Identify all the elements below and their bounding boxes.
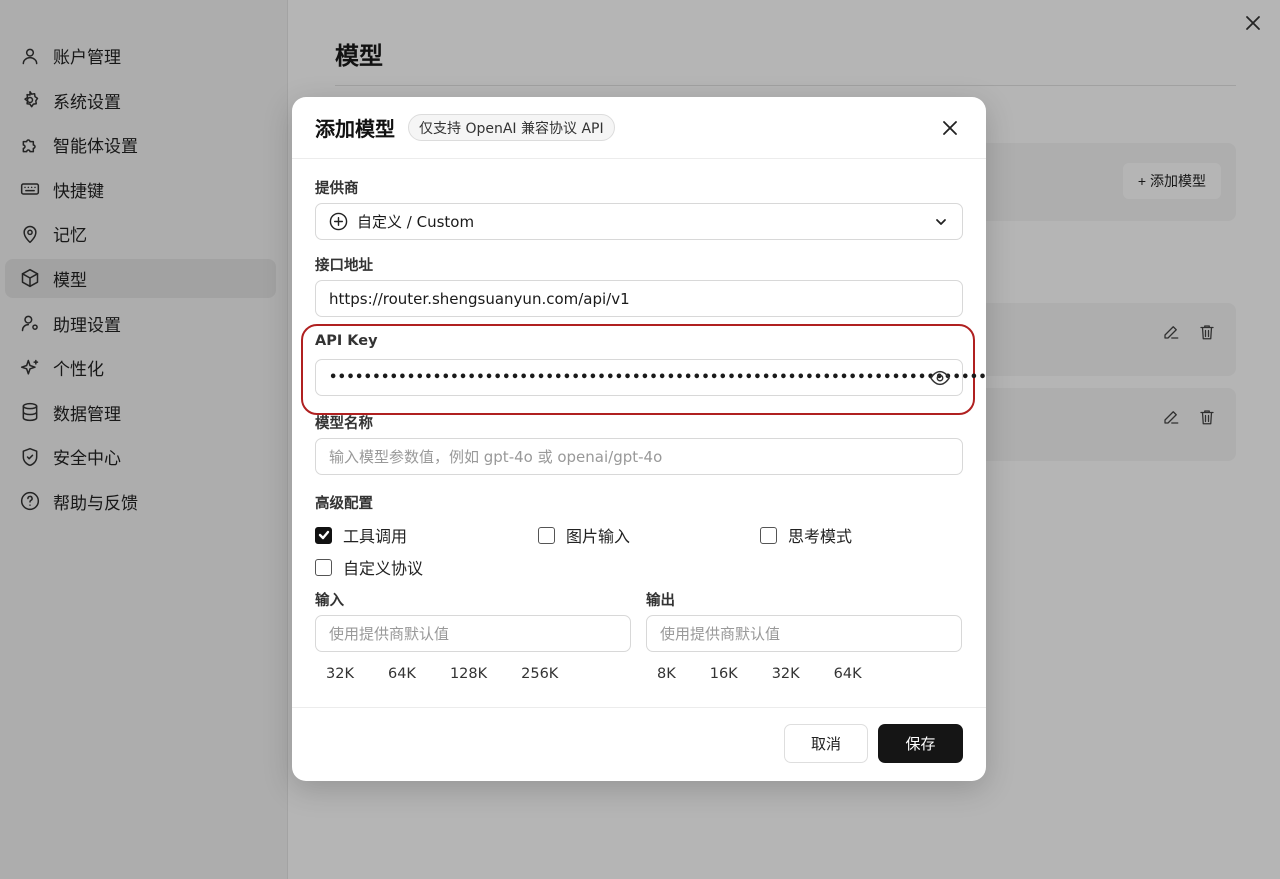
close-icon — [943, 121, 957, 135]
input-tokens-label: 输入 — [315, 593, 344, 609]
checkbox-label: 工具调用 — [343, 527, 408, 546]
dialog-header: 添加模型 仅支持 OpenAI 兼容协议 API — [292, 97, 986, 159]
checkbox-label: 思考模式 — [788, 527, 853, 546]
compat-badge: 仅支持 OpenAI 兼容协议 API — [408, 114, 615, 141]
checkbox-unchecked[interactable] — [315, 558, 332, 576]
endpoint-input[interactable]: https://router.shengsuanyun.com/api/v1 — [315, 280, 963, 317]
save-button[interactable]: 保存 — [878, 724, 963, 763]
model-name-label: 模型名称 — [315, 416, 373, 432]
checkbox-label: 图片输入 — [566, 527, 631, 546]
dialog-title: 添加模型 — [315, 117, 395, 141]
check-icon — [318, 530, 329, 540]
endpoint-label: 接口地址 — [315, 258, 373, 274]
preset-chip[interactable]: 128K — [439, 660, 498, 688]
model-name-placeholder: 输入模型参数值，例如 gpt-4o 或 openai/gpt-4o — [329, 448, 663, 466]
preset-chip[interactable]: 32K — [761, 660, 811, 688]
preset-chip[interactable]: 8K — [646, 660, 687, 688]
image-input-checkbox[interactable]: 图片输入 — [538, 523, 630, 547]
add-model-dialog: 添加模型 仅支持 OpenAI 兼容协议 API 提供商 自定义 / Custo… — [292, 97, 987, 781]
checkbox-unchecked[interactable] — [538, 526, 555, 544]
provider-label: 提供商 — [315, 181, 359, 197]
thinking-mode-checkbox[interactable]: 思考模式 — [760, 523, 852, 547]
api-key-value: ••••••••••••••••••••••••••••••••••••••••… — [329, 370, 988, 385]
plus-circle-icon — [329, 212, 348, 231]
checkbox-label: 自定义协议 — [343, 559, 424, 578]
preset-chip[interactable]: 64K — [823, 660, 873, 688]
api-key-label: API Key — [315, 333, 378, 349]
output-tokens-label: 输出 — [646, 593, 675, 609]
api-key-input[interactable]: ••••••••••••••••••••••••••••••••••••••••… — [315, 359, 987, 396]
provider-value: 自定义 / Custom — [357, 213, 475, 231]
output-tokens-field[interactable]: 使用提供商默认值 — [646, 615, 962, 652]
model-name-input[interactable]: 输入模型参数值，例如 gpt-4o 或 openai/gpt-4o — [315, 438, 963, 475]
endpoint-value: https://router.shengsuanyun.com/api/v1 — [329, 289, 630, 308]
eye-icon[interactable] — [930, 369, 950, 387]
output-token-presets: 8K 16K 32K 64K — [646, 660, 873, 688]
advanced-label: 高级配置 — [315, 496, 373, 512]
input-tokens-field[interactable]: 使用提供商默认值 — [315, 615, 631, 652]
chevron-down-icon — [936, 219, 946, 225]
dialog-close-button[interactable] — [942, 120, 958, 136]
input-token-presets: 32K 64K 128K 256K — [315, 660, 569, 688]
preset-chip[interactable]: 32K — [315, 660, 365, 688]
dialog-footer: 取消 保存 — [292, 707, 986, 781]
custom-protocol-checkbox[interactable]: 自定义协议 — [315, 555, 423, 579]
output-tokens-placeholder: 使用提供商默认值 — [660, 625, 781, 643]
checkbox-checked[interactable] — [315, 526, 332, 544]
tool-call-checkbox[interactable]: 工具调用 — [315, 523, 407, 547]
checkbox-unchecked[interactable] — [760, 526, 777, 544]
cancel-button[interactable]: 取消 — [784, 724, 868, 763]
input-tokens-placeholder: 使用提供商默认值 — [329, 625, 450, 643]
preset-chip[interactable]: 256K — [510, 660, 569, 688]
preset-chip[interactable]: 64K — [377, 660, 427, 688]
preset-chip[interactable]: 16K — [699, 660, 749, 688]
provider-select[interactable]: 自定义 / Custom — [315, 203, 963, 240]
